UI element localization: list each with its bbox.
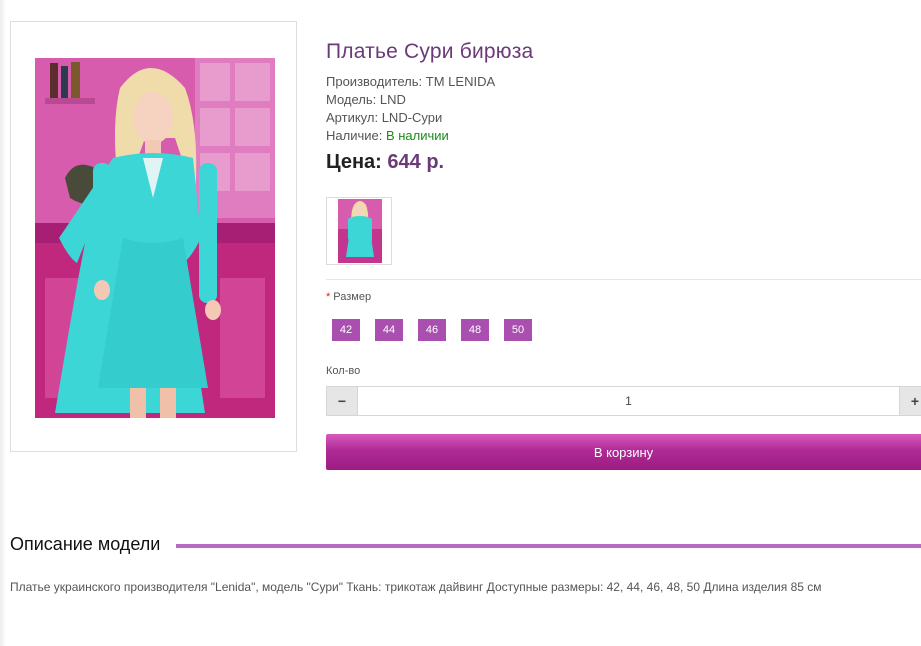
size-label: * Размер xyxy=(326,291,371,303)
stock-status: В наличии xyxy=(385,128,449,143)
description-text: Платье украинского производителя "Lenida… xyxy=(10,580,822,594)
price: Цена: 644 р. xyxy=(326,151,444,174)
add-to-cart-button[interactable]: В корзину xyxy=(326,434,921,470)
manufacturer-row: Производитель: TM LENIDA xyxy=(326,73,495,91)
product-thumbnail[interactable] xyxy=(326,197,392,265)
size-option-50[interactable]: 50 xyxy=(504,319,532,341)
stock-row: Наличие: В наличии xyxy=(326,127,495,145)
size-option-44[interactable]: 44 xyxy=(375,319,403,341)
quantity-increase-button[interactable]: + xyxy=(899,386,921,416)
size-option-46[interactable]: 46 xyxy=(418,319,446,341)
size-options: 42 44 46 48 50 xyxy=(332,319,532,341)
sku-label: Артикул: xyxy=(326,110,379,125)
thumbnail-image[interactable] xyxy=(338,199,382,263)
main-image-frame[interactable] xyxy=(10,21,297,452)
manufacturer-value[interactable]: TM LENIDA xyxy=(426,74,495,89)
product-main-image[interactable] xyxy=(35,58,275,418)
size-option-48[interactable]: 48 xyxy=(461,319,489,341)
product-info: Производитель: TM LENIDA Модель: LND Арт… xyxy=(326,73,495,145)
sku-row: Артикул: LND-Сури xyxy=(326,109,495,127)
size-option-42[interactable]: 42 xyxy=(332,319,360,341)
page-left-edge xyxy=(0,0,6,646)
size-label-text: Размер xyxy=(333,291,372,303)
quantity-label: Кол-во xyxy=(326,365,361,377)
options-divider xyxy=(326,279,921,280)
description-header: Описание модели xyxy=(10,534,921,558)
required-mark: * xyxy=(326,291,331,303)
model-value: LND xyxy=(379,92,406,107)
quantity-decrease-button[interactable]: − xyxy=(326,386,358,416)
description-heading-line xyxy=(176,544,921,548)
model-label: Модель: xyxy=(326,92,377,107)
model-row: Модель: LND xyxy=(326,91,495,109)
sku-value: LND-Сури xyxy=(381,110,443,125)
manufacturer-label: Производитель: xyxy=(326,74,423,89)
price-label: Цена: xyxy=(326,151,382,173)
product-title: Платье Сури бирюза xyxy=(326,40,534,63)
quantity-input[interactable] xyxy=(358,386,899,416)
stock-label: Наличие: xyxy=(326,128,383,143)
price-value: 644 р. xyxy=(387,151,445,173)
description-heading: Описание модели xyxy=(10,534,161,554)
